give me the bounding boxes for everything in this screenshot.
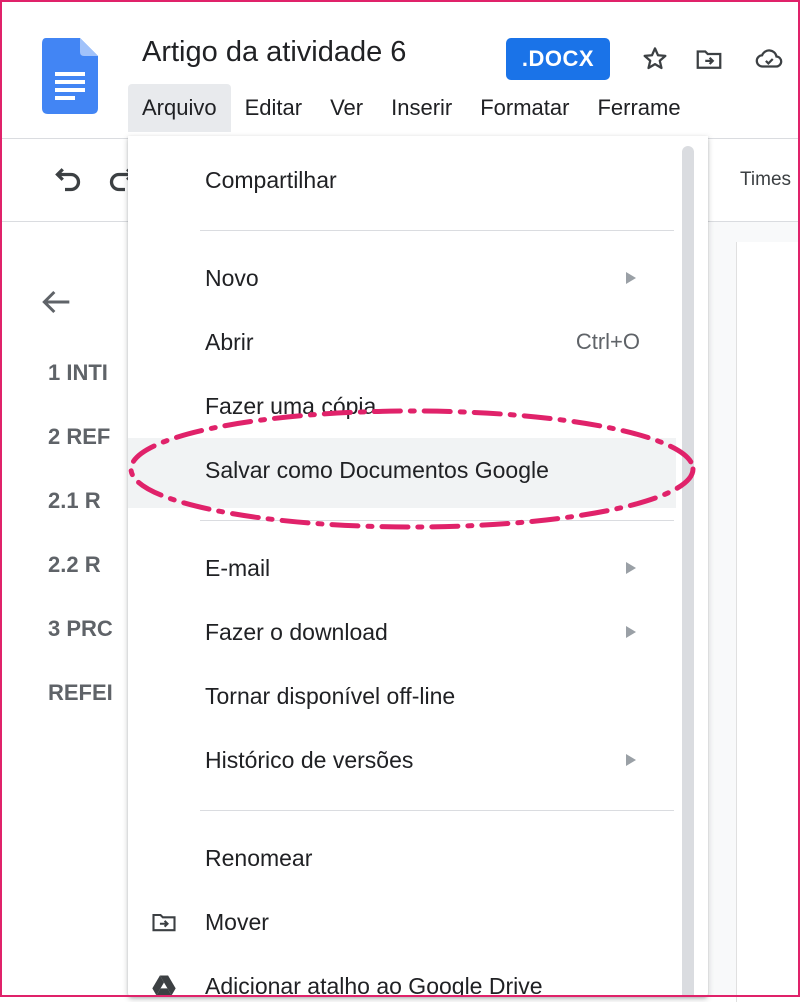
undo-icon[interactable] xyxy=(50,161,86,197)
menu-item-label: Compartilhar xyxy=(205,167,337,193)
menu-ver[interactable]: Ver xyxy=(316,84,377,132)
menu-item-renomear[interactable]: Renomear xyxy=(128,830,676,886)
menu-item-label: Fazer uma cópia xyxy=(205,393,377,419)
menu-item-compartilhar[interactable]: Compartilhar xyxy=(128,152,676,208)
arrow-back-icon[interactable] xyxy=(36,282,76,322)
outline-item[interactable]: 2.1 R xyxy=(48,488,101,514)
menu-separator xyxy=(200,230,674,231)
menu-ferramentas[interactable]: Ferrame xyxy=(583,84,694,132)
menu-editar[interactable]: Editar xyxy=(231,84,316,132)
outline-item[interactable]: REFEI xyxy=(48,680,113,706)
menu-item-novo[interactable]: Novo xyxy=(128,250,676,306)
menu-inserir[interactable]: Inserir xyxy=(377,84,466,132)
menu-item-historico-versoes[interactable]: Histórico de versões xyxy=(128,732,676,788)
menu-item-atalho-drive[interactable]: Adicionar atalho ao Google Drive xyxy=(128,958,676,997)
menu-item-shortcut: Ctrl+O xyxy=(575,329,640,354)
submenu-arrow-icon xyxy=(626,562,636,574)
menu-item-download[interactable]: Fazer o download xyxy=(128,604,676,660)
submenu-arrow-icon xyxy=(626,626,636,638)
outline-item[interactable]: 2 REF xyxy=(48,424,110,450)
menu-item-label: Tornar disponível off-line xyxy=(205,683,456,709)
menu-item-label: Histórico de versões xyxy=(205,747,414,773)
document-canvas xyxy=(710,222,800,1002)
menu-item-label: Renomear xyxy=(205,845,313,871)
star-icon[interactable] xyxy=(640,44,670,74)
google-docs-logo-icon[interactable] xyxy=(42,38,98,114)
document-title[interactable]: Artigo da atividade 6 xyxy=(142,36,406,69)
menu-item-fazer-copia[interactable]: Fazer uma cópia xyxy=(128,378,676,434)
menu-item-label: Fazer o download xyxy=(205,619,388,645)
menu-item-email[interactable]: E-mail xyxy=(128,540,676,596)
cloud-saved-icon[interactable] xyxy=(754,44,784,74)
menu-item-label: E-mail xyxy=(205,555,271,581)
menu-item-label: Salvar como Documentos Google xyxy=(205,457,549,483)
file-type-badge: .DOCX xyxy=(506,38,610,80)
outline-item[interactable]: 3 PRC xyxy=(48,616,113,642)
menu-item-salvar-google-docs[interactable]: Salvar como Documentos Google xyxy=(128,438,676,508)
menu-item-offline[interactable]: Tornar disponível off-line xyxy=(128,668,676,724)
google-drive-shortcut-icon xyxy=(152,975,176,996)
outline-item[interactable]: 1 INTI xyxy=(48,360,108,386)
font-family-select[interactable]: Times xyxy=(740,169,791,191)
submenu-arrow-icon xyxy=(626,272,636,284)
move-to-folder-icon[interactable] xyxy=(694,44,724,74)
menu-item-mover[interactable]: Mover xyxy=(128,894,676,950)
document-page[interactable] xyxy=(736,242,800,1002)
menu-item-label: Adicionar atalho ao Google Drive xyxy=(205,973,543,997)
menu-item-abrir[interactable]: Abrir Ctrl+O xyxy=(128,314,676,370)
menu-separator xyxy=(200,810,674,811)
move-folder-icon xyxy=(152,913,176,932)
menu-item-label: Novo xyxy=(205,265,259,291)
menu-scrollbar[interactable] xyxy=(682,146,694,997)
menu-item-label: Mover xyxy=(205,909,269,935)
file-menu-dropdown: Compartilhar Novo Abrir Ctrl+O Fazer uma… xyxy=(128,136,708,997)
submenu-arrow-icon xyxy=(626,754,636,766)
outline-item[interactable]: 2.2 R xyxy=(48,552,101,578)
app-header: Artigo da atividade 6 .DOCX Arquivo Edit… xyxy=(0,0,800,138)
menu-item-label: Abrir xyxy=(205,329,254,355)
menu-bar: Arquivo Editar Ver Inserir Formatar Ferr… xyxy=(128,84,695,132)
menu-separator xyxy=(200,520,674,521)
menu-formatar[interactable]: Formatar xyxy=(466,84,583,132)
menu-arquivo[interactable]: Arquivo xyxy=(128,84,231,132)
